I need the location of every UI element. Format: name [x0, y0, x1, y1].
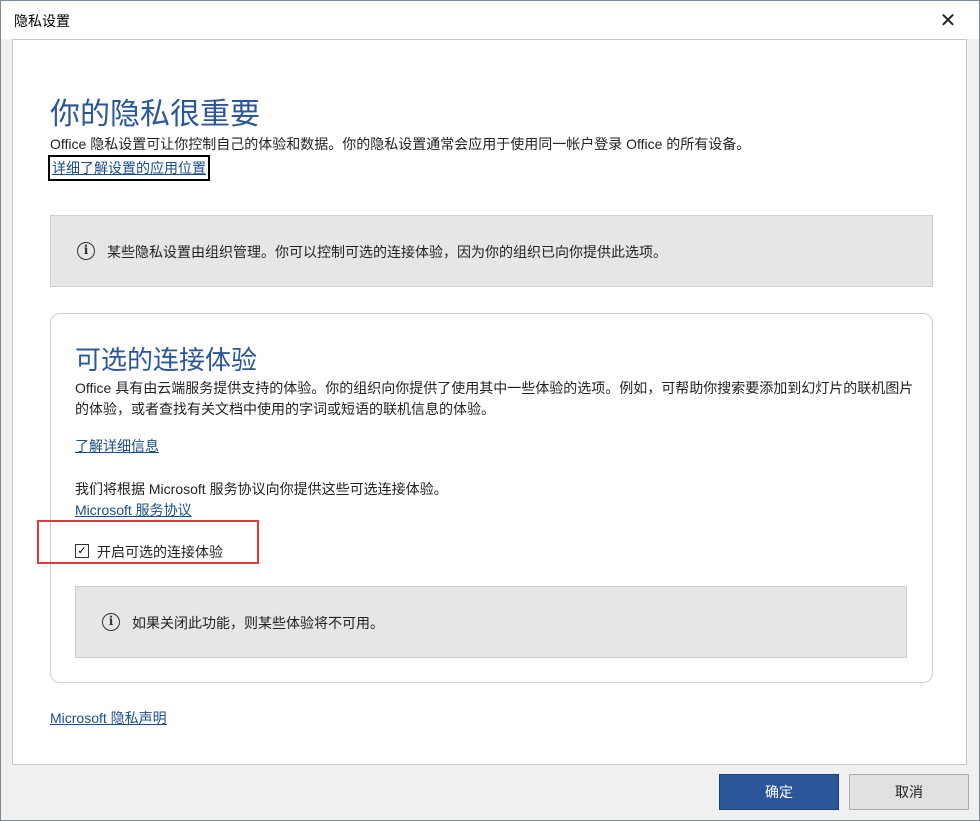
- checkbox-highlight-box: [37, 520, 259, 564]
- disable-warning-text: 如果关闭此功能，则某些体验将不可用。: [132, 615, 384, 631]
- info-icon: i: [77, 242, 95, 260]
- learn-where-settings-apply-link[interactable]: 详细了解设置的应用位置: [48, 155, 210, 181]
- ok-button[interactable]: 确定: [719, 774, 839, 810]
- org-managed-text: 某些隐私设置由组织管理。你可以控制可选的连接体验，因为你的组织已向你提供此选项。: [107, 244, 667, 260]
- service-agreement-link[interactable]: Microsoft 服务协议: [75, 500, 192, 520]
- learn-more-link[interactable]: 了解详细信息: [75, 436, 159, 456]
- title-bar: 隐私设置 ✕: [1, 1, 979, 39]
- dialog-content: 你的隐私很重要 Office 隐私设置可让你控制自己的体验和数据。你的隐私设置通…: [12, 39, 967, 765]
- optional-experiences-title: 可选的连接体验: [75, 345, 258, 375]
- cancel-button[interactable]: 取消: [849, 774, 969, 810]
- privacy-statement-link[interactable]: Microsoft 隐私声明: [50, 708, 167, 728]
- page-title: 你的隐私很重要: [50, 98, 260, 131]
- close-icon[interactable]: ✕: [937, 9, 959, 31]
- disable-warning-banner: i 如果关闭此功能，则某些体验将不可用。: [75, 586, 907, 658]
- privacy-settings-dialog: 隐私设置 ✕ 你的隐私很重要 Office 隐私设置可让你控制自己的体验和数据。…: [0, 0, 980, 821]
- info-icon: i: [102, 613, 120, 631]
- service-agreement-text: 我们将根据 Microsoft 服务协议向你提供这些可选连接体验。: [75, 481, 448, 497]
- org-managed-banner: i 某些隐私设置由组织管理。你可以控制可选的连接体验，因为你的组织已向你提供此选…: [50, 215, 933, 287]
- optional-experiences-card: 可选的连接体验 Office 具有由云端服务提供支持的体验。你的组织向你提供了使…: [50, 313, 933, 683]
- optional-experiences-description: Office 具有由云端服务提供支持的体验。你的组织向你提供了使用其中一些体验的…: [75, 380, 914, 417]
- window-title: 隐私设置: [14, 13, 70, 29]
- intro-text: Office 隐私设置可让你控制自己的体验和数据。你的隐私设置通常会应用于使用同…: [50, 136, 751, 152]
